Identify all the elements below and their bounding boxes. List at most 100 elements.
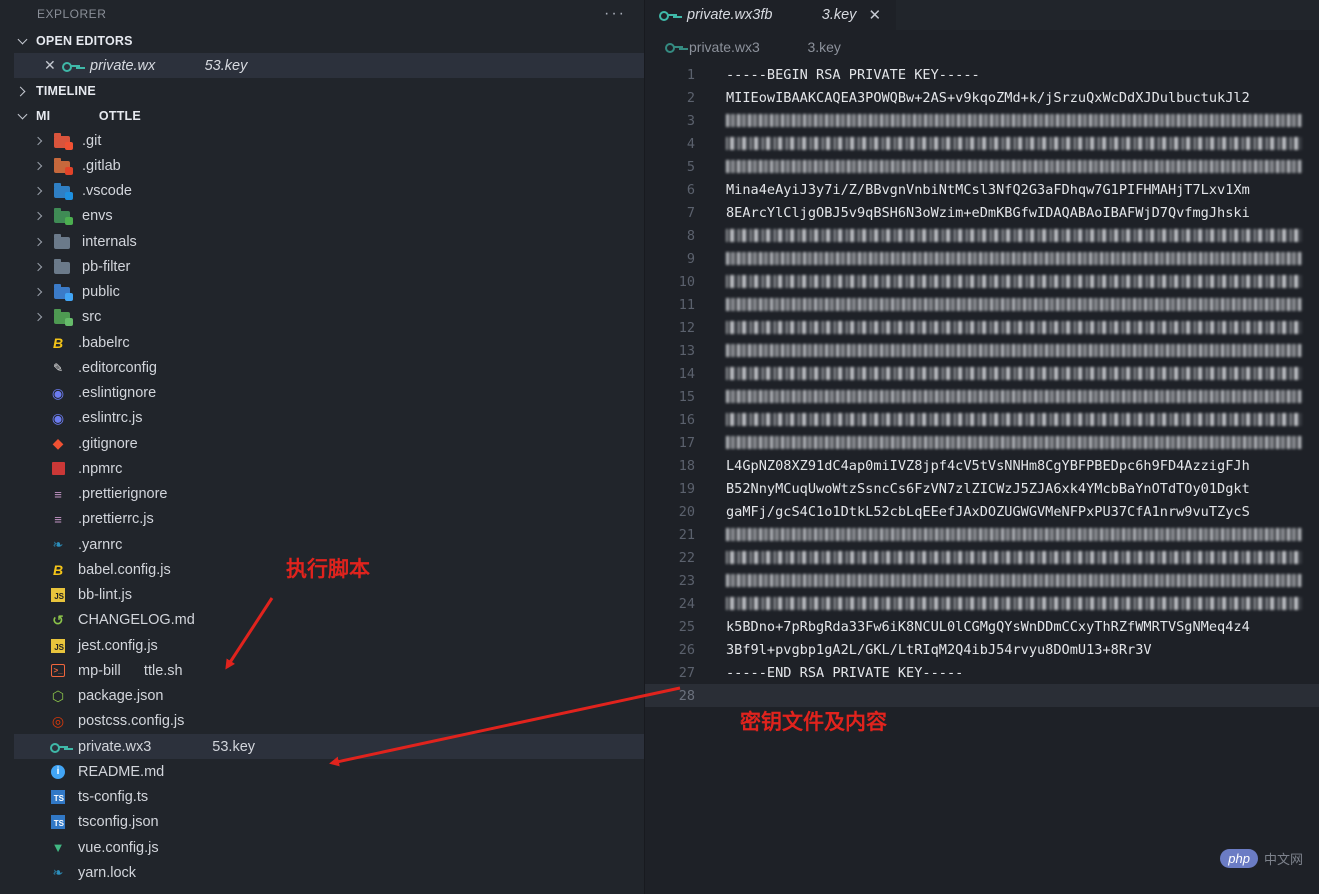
line-number: 14 [678, 365, 695, 382]
line-number: 23 [678, 572, 695, 589]
line-text: B52NnyMCuqUwoWtzSsncCs6FzVN7zlZICWzJ5ZJA… [726, 480, 1250, 497]
code-line[interactable]: 12 [645, 316, 1319, 339]
redacted-text [726, 321, 1302, 334]
file-label: vue.config.js [78, 839, 159, 856]
code-line[interactable]: 28 [645, 684, 1319, 707]
open-editor-item[interactable]: ✕ private.wx 53.key [14, 53, 644, 78]
close-icon[interactable]: ✕ [868, 6, 886, 24]
code-line[interactable]: 24 [645, 592, 1319, 615]
file-gitignore[interactable]: ◆ .gitignore [14, 431, 644, 456]
breadcrumb[interactable]: private.wx3 3.key [645, 30, 1319, 63]
file-yarn-lock[interactable]: ❧ yarn.lock [14, 860, 644, 885]
git-folder-icon [54, 132, 73, 150]
file-changelog[interactable]: ↺ CHANGELOG.md [14, 608, 644, 633]
file-label: tsconfig.json [78, 814, 159, 831]
nodejs-icon: ⬡ [51, 687, 65, 704]
redacted-text [726, 367, 1302, 380]
line-number: 16 [678, 411, 695, 428]
file-label: README.md [78, 763, 165, 780]
folder-envs[interactable]: envs [14, 204, 644, 229]
code-line[interactable]: 17 [645, 431, 1319, 454]
file-mp-bill-sh[interactable]: >_ mp-bill ttle.sh [14, 658, 644, 683]
folder-vscode[interactable]: .vscode [14, 179, 644, 204]
folder-gitlab[interactable]: .gitlab [14, 153, 644, 178]
file-label: .yarnrc [78, 536, 123, 553]
file-label: bb-lint.js [78, 587, 132, 604]
tsconfig-icon: TS [50, 814, 66, 830]
file-prettierignore[interactable]: ≡ .prettierignore [14, 482, 644, 507]
breadcrumb-label: private.wx3 3.key [689, 38, 841, 55]
file-eslintrc[interactable]: ◉ .eslintrc.js [14, 406, 644, 431]
line-number: 12 [678, 319, 695, 336]
more-actions-icon[interactable]: ··· [604, 5, 626, 23]
folder-pb-filter[interactable]: pb-filter [14, 254, 644, 279]
code-line[interactable]: 4 [645, 132, 1319, 155]
code-line[interactable]: 15 [645, 385, 1319, 408]
file-postcss-config[interactable]: ◎ postcss.config.js [14, 709, 644, 734]
file-private-key[interactable]: private.wx3 53.key [14, 734, 644, 760]
file-bb-lint[interactable]: JS bb-lint.js [14, 583, 644, 608]
folder-icon [54, 233, 70, 250]
code-area[interactable]: 1 -----BEGIN RSA PRIVATE KEY----- 2 MIIEowI… [645, 63, 1319, 707]
code-line[interactable]: 20 gaMFj/gcS4C1o1DtkL52cbLqEEefJAxDOZUGWG… [645, 500, 1319, 523]
folder-git[interactable]: .git [14, 128, 644, 153]
code-line[interactable]: 16 [645, 408, 1319, 431]
file-package-json[interactable]: ⬡ package.json [14, 684, 644, 709]
info-icon: i [50, 764, 66, 780]
file-vue-config[interactable]: ▼ vue.config.js [14, 835, 644, 860]
code-line[interactable]: 21 [645, 523, 1319, 546]
folder-public[interactable]: public [14, 280, 644, 305]
tab-private-key[interactable]: private.wx3fb 3.key ✕ [645, 0, 897, 30]
code-line[interactable]: 19 B52NnyMCuqUwoWtzSsncCs6FzVN7zlZICWzJ5Z… [645, 477, 1319, 500]
key-icon [62, 58, 80, 74]
close-icon[interactable]: ✕ [44, 57, 62, 74]
redacted-text [726, 390, 1302, 403]
chevron-right-icon [36, 288, 44, 296]
code-line[interactable]: 13 [645, 339, 1319, 362]
file-prettierrc[interactable]: ≡ .prettierrc.js [14, 507, 644, 532]
code-line[interactable]: 5 [645, 155, 1319, 178]
file-editorconfig[interactable]: ✎ .editorconfig [14, 355, 644, 380]
file-label: package.json [78, 688, 164, 705]
line-number: 3 [686, 112, 695, 129]
line-text: -----END RSA PRIVATE KEY----- [726, 664, 964, 681]
code-line[interactable]: 9 [645, 247, 1319, 270]
code-line[interactable]: 27 -----END RSA PRIVATE KEY----- [645, 661, 1319, 684]
code-line[interactable]: 2 MIIEowIBAAKCAQEA3POWQBw+2AS+v9kqoZMd+k/… [645, 86, 1319, 109]
redacted-text [726, 160, 1302, 173]
code-line[interactable]: 23 [645, 569, 1319, 592]
code-line[interactable]: 10 [645, 270, 1319, 293]
folder-label: .vscode [82, 183, 132, 200]
folder-internals[interactable]: internals [14, 229, 644, 254]
code-line[interactable]: 26 3Bf9l+pvgbp1gA2L/GKL/LtRIqM2Q4ibJ54rvy… [645, 638, 1319, 661]
line-number: 9 [686, 250, 695, 267]
folder-src[interactable]: src [14, 305, 644, 330]
file-babelrc[interactable]: B .babelrc [14, 330, 644, 355]
code-line[interactable]: 6 Mina4eAyiJ3y7i/Z/BBvgnVnbiNtMCsl3NfQ2G3… [645, 178, 1319, 201]
file-readme[interactable]: i README.md [14, 759, 644, 784]
watermark-text: 中文网 [1263, 852, 1303, 867]
file-label: .prettierignore [78, 486, 168, 503]
code-line[interactable]: 18 L4GpNZ08XZ91dC4ap0miIVZ8jpf4cV5tVsNNHm… [645, 454, 1319, 477]
code-line[interactable]: 3 [645, 109, 1319, 132]
chevron-right-icon [36, 187, 44, 195]
babel-icon: B [52, 334, 64, 351]
file-jest-config[interactable]: JS jest.config.js [14, 633, 644, 658]
file-ts-config-ts[interactable]: TS ts-config.ts [14, 785, 644, 810]
file-tsconfig-json[interactable]: TS tsconfig.json [14, 810, 644, 835]
code-line[interactable]: 1 -----BEGIN RSA PRIVATE KEY----- [645, 63, 1319, 86]
section-project[interactable]: MI OTTLE [0, 103, 644, 128]
file-tree: .git .gitlab .vscode envs internals pb-f… [0, 128, 644, 886]
code-line[interactable]: 25 k5BDno+7pRbgRda33Fw6iK8NCUL0lCGMgQYsWn… [645, 615, 1319, 638]
file-eslintignore[interactable]: ◉ .eslintignore [14, 381, 644, 406]
code-line[interactable]: 7 8EArcYlCljgOBJ5v9qBSH6N3oWzim+eDmKBGfwI… [645, 201, 1319, 224]
file-npmrc[interactable]: .npmrc [14, 456, 644, 481]
section-timeline[interactable]: TIMELINE [0, 78, 644, 103]
code-line[interactable]: 22 [645, 546, 1319, 569]
code-line[interactable]: 14 [645, 362, 1319, 385]
chevron-right-icon [36, 212, 44, 220]
code-line[interactable]: 11 [645, 293, 1319, 316]
code-line[interactable]: 8 [645, 224, 1319, 247]
line-number: 28 [678, 687, 695, 704]
section-open-editors[interactable]: OPEN EDITORS [0, 28, 644, 53]
